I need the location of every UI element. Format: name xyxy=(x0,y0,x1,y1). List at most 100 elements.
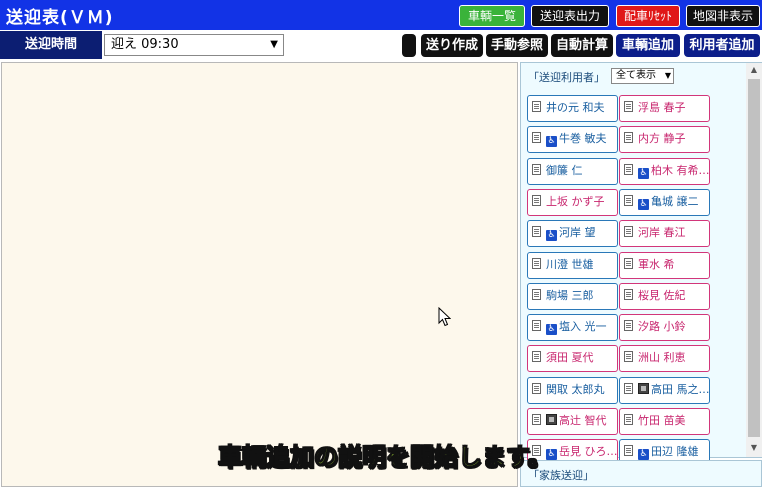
document-icon xyxy=(624,163,633,175)
vehicle-list-button[interactable]: 車輌一覧 xyxy=(459,5,525,27)
document-icon xyxy=(624,132,633,144)
user-name: 河岸 望 xyxy=(559,226,596,240)
user-name: 洲山 利恵 xyxy=(638,351,686,365)
user-name: 駒場 三郎 xyxy=(546,288,594,302)
wheelchair-icon: ♿ xyxy=(638,167,649,179)
user-card[interactable]: 浮島 春子 xyxy=(619,95,710,122)
document-icon xyxy=(532,320,541,332)
user-card[interactable]: 御簾 仁 xyxy=(527,157,618,185)
export-schedule-button[interactable]: 送迎表出力 xyxy=(531,5,609,27)
document-icon xyxy=(532,414,541,425)
create-return-button[interactable]: 送り作成 xyxy=(421,34,483,57)
users-panel: 「送迎利用者」 全て表示 ▼ 井の元 和夫 浮島 春子 ♿ 牛巻 敏夫 内方 静子 御簾 … xyxy=(520,62,762,467)
document-icon xyxy=(624,226,633,238)
user-name: 汐路 小鈴 xyxy=(638,320,686,334)
subtitle-caption: 車輌追加の説明を開始します。 xyxy=(218,443,553,472)
document-icon xyxy=(532,288,541,300)
auto-calc-button[interactable]: 自動計算 xyxy=(551,34,613,57)
blank-button[interactable] xyxy=(402,34,416,57)
manual-reference-button[interactable]: 手動参照 xyxy=(486,34,548,57)
document-icon xyxy=(532,257,541,269)
user-card[interactable]: 須田 夏代 xyxy=(527,345,618,373)
chevron-down-icon: ▼ xyxy=(664,71,671,80)
mouse-cursor-icon xyxy=(438,307,451,327)
user-card[interactable]: 駒場 三郎 xyxy=(527,282,618,310)
user-card[interactable]: 高田 馬之… xyxy=(619,376,710,404)
user-card[interactable]: 竹田 苗美 xyxy=(619,408,710,435)
scroll-up-icon[interactable]: ▲ xyxy=(746,65,762,77)
add-vehicle-button[interactable]: 車輌追加 xyxy=(616,34,680,57)
hide-map-button[interactable]: 地図非表示 xyxy=(686,5,760,27)
user-name: 井の元 和夫 xyxy=(546,101,605,114)
app-window: 送迎表(ＶＭ) 車輌一覧 送迎表出力 配車ﾘｾｯﾄ 地図非表示 送迎時間 迎え … xyxy=(0,0,762,487)
document-icon xyxy=(532,132,541,144)
user-name: 田辺 隆雄 xyxy=(651,445,699,459)
user-card[interactable]: 上坂 かず子 xyxy=(527,188,618,216)
user-name: 塩入 光一 xyxy=(559,320,607,334)
document-icon xyxy=(624,101,633,112)
user-name: 亀城 譲二 xyxy=(651,194,699,208)
filter-select-value: 全て表示 xyxy=(616,70,656,81)
document-icon xyxy=(532,194,541,206)
toolbar: 送迎時間 迎え 09:30 ▼ 送り作成 手動参照 自動計算 車輌追加 利用者追… xyxy=(0,30,762,61)
user-name: 高田 馬之… xyxy=(651,382,710,396)
scrollbar-thumb[interactable] xyxy=(748,79,760,437)
user-card[interactable]: ♿ 河岸 望 xyxy=(527,220,618,248)
user-card[interactable]: ♿ 亀城 譲二 xyxy=(619,188,710,216)
user-card[interactable]: ♿ 塩入 光一 xyxy=(527,314,618,342)
filter-select[interactable]: 全て表示 ▼ xyxy=(611,68,674,84)
user-name: 須田 夏代 xyxy=(546,351,594,365)
document-icon xyxy=(532,163,541,175)
user-name: 上坂 かず子 xyxy=(546,194,605,208)
user-name: 御簾 仁 xyxy=(546,163,583,177)
user-card[interactable]: ♿ 柏木 有希… xyxy=(619,157,710,185)
scroll-down-icon[interactable]: ▼ xyxy=(746,443,762,455)
time-select[interactable]: 迎え 09:30 ▼ xyxy=(104,34,284,56)
time-label: 送迎時間 xyxy=(0,31,102,59)
user-card[interactable]: 井の元 和夫 xyxy=(527,95,618,122)
user-name: 河岸 春江 xyxy=(638,226,686,240)
users-scrollbar[interactable]: ▲ ▼ xyxy=(746,63,762,457)
wheelchair-icon: ♿ xyxy=(546,324,557,336)
document-icon xyxy=(532,382,541,394)
app-title: 送迎表(ＶＭ) xyxy=(6,8,114,28)
wheelchair-icon: ♿ xyxy=(546,136,557,148)
user-name: 牛巻 敏夫 xyxy=(559,132,607,146)
photo-icon xyxy=(546,414,557,425)
user-card[interactable]: 洲山 利恵 xyxy=(619,345,710,373)
document-icon xyxy=(532,226,541,238)
family-panel: 「家族送迎」 xyxy=(520,460,762,487)
user-card[interactable]: 軍水 希 xyxy=(619,251,710,279)
document-icon xyxy=(624,194,633,206)
user-name: 岳見 ひろ… xyxy=(559,445,618,459)
document-icon xyxy=(624,382,633,394)
wheelchair-icon: ♿ xyxy=(546,230,557,242)
user-card[interactable]: ♿ 牛巻 敏夫 xyxy=(527,126,618,154)
user-name: 柏木 有希… xyxy=(651,163,710,177)
reset-dispatch-button[interactable]: 配車ﾘｾｯﾄ xyxy=(616,5,680,27)
user-card[interactable]: 高辻 智代 xyxy=(527,408,618,435)
document-icon xyxy=(624,445,633,457)
title-bar: 送迎表(ＶＭ) 車輌一覧 送迎表出力 配車ﾘｾｯﾄ 地図非表示 xyxy=(0,0,762,30)
photo-icon xyxy=(638,382,649,394)
user-card[interactable]: 桜見 佐紀 xyxy=(619,282,710,310)
user-name: 浮島 春子 xyxy=(638,101,686,114)
add-user-button[interactable]: 利用者追加 xyxy=(684,34,760,57)
user-name: 高辻 智代 xyxy=(559,414,607,427)
user-card[interactable]: 川澄 世雄 xyxy=(527,251,618,279)
document-icon xyxy=(624,351,633,363)
user-card[interactable]: 内方 静子 xyxy=(619,126,710,154)
document-icon xyxy=(532,351,541,363)
user-name: 関取 太郎丸 xyxy=(546,382,605,396)
map-area[interactable] xyxy=(1,62,518,487)
user-name: 内方 静子 xyxy=(638,132,686,146)
user-card[interactable]: 関取 太郎丸 xyxy=(527,376,618,404)
user-card[interactable]: 汐路 小鈴 xyxy=(619,314,710,342)
user-name: 桜見 佐紀 xyxy=(638,288,686,302)
chevron-down-icon: ▼ xyxy=(270,39,278,50)
user-card[interactable]: 河岸 春江 xyxy=(619,220,710,248)
document-icon xyxy=(532,101,541,112)
user-name: 軍水 希 xyxy=(638,257,675,271)
document-icon xyxy=(624,414,633,425)
document-icon xyxy=(624,288,633,300)
